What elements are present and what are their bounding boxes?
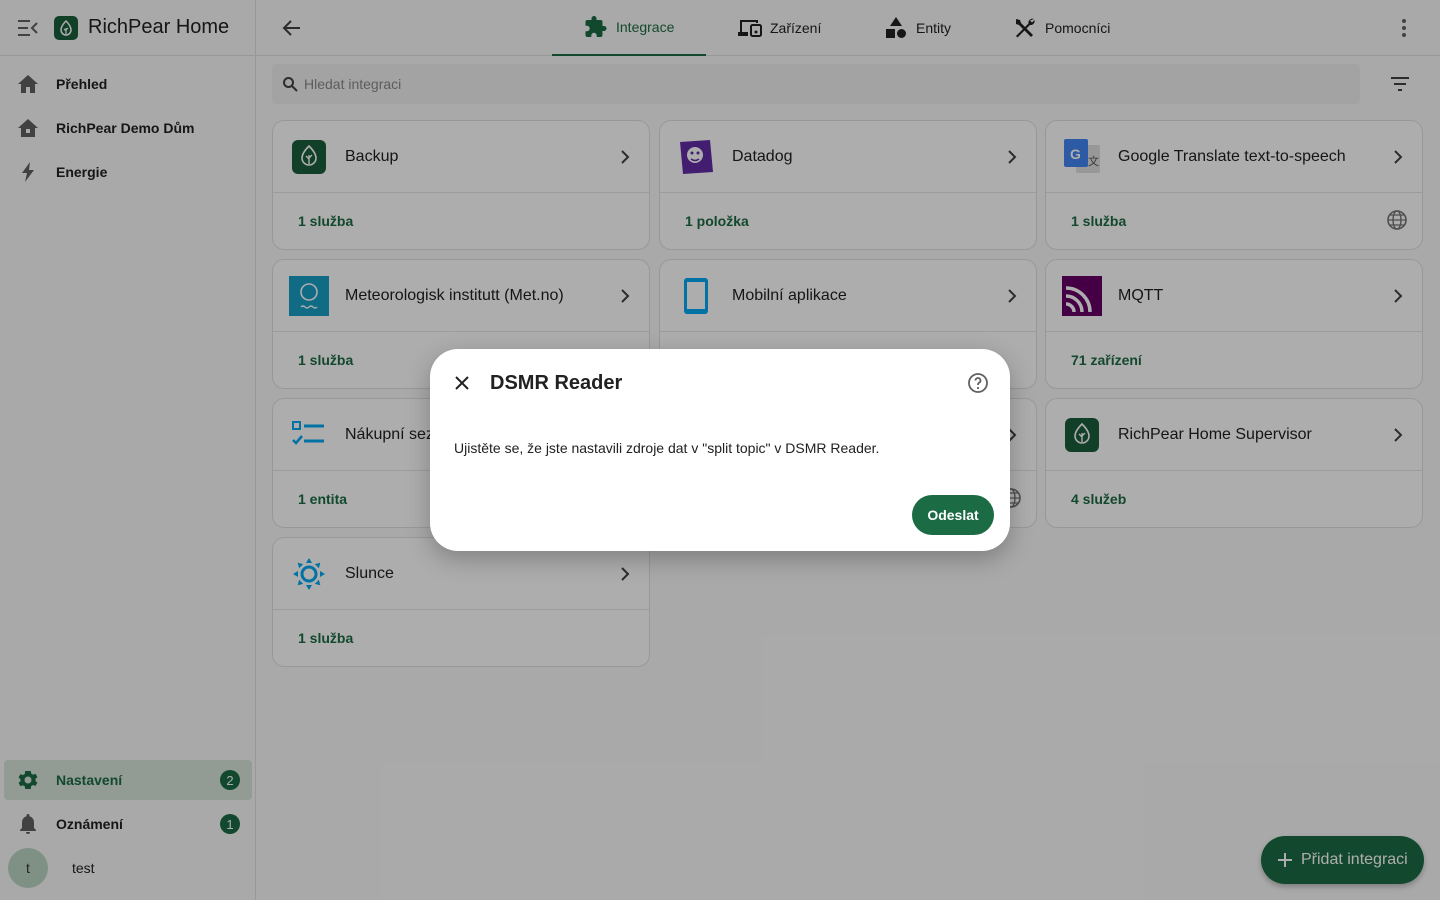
close-icon[interactable] xyxy=(450,371,474,395)
help-icon[interactable] xyxy=(966,371,990,395)
dialog-message: Ujistěte se, že jste nastavili zdroje da… xyxy=(454,440,880,456)
submit-button[interactable]: Odeslat xyxy=(912,495,994,535)
dialog-title: DSMR Reader xyxy=(490,372,623,394)
dsmr-dialog: DSMR Reader Ujistěte se, že jste nastavi… xyxy=(430,349,1010,551)
